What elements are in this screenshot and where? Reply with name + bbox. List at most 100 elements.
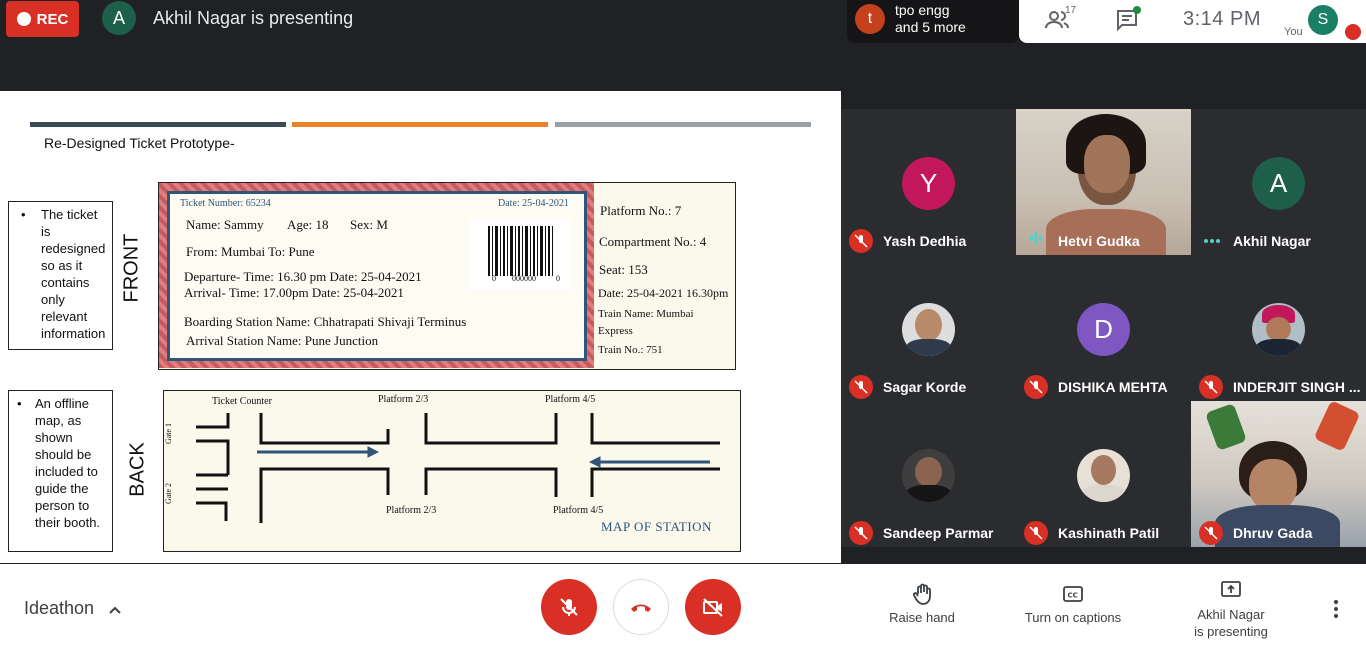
ticket-age: Age: 18 <box>287 217 329 232</box>
title-bar-orange <box>292 122 548 127</box>
ticket-boarding-station: Boarding Station Name: Chhatrapati Shiva… <box>184 314 467 329</box>
self-avatar[interactable]: S <box>1308 5 1338 35</box>
people-count: 17 <box>1065 5 1077 16</box>
participant-tile[interactable]: D DISHIKA MEHTA <box>1016 255 1191 401</box>
more-options-icon[interactable] <box>1328 599 1344 619</box>
record-icon <box>16 12 31 26</box>
camera-toggle-button[interactable] <box>685 579 741 635</box>
leave-call-button[interactable] <box>613 579 669 635</box>
barcode: 0 000000 0 <box>470 220 570 290</box>
bullet: • <box>17 396 22 411</box>
presenting-label-line2: is presenting <box>1194 624 1268 639</box>
ticket-platform: Platform No.: 7 <box>600 203 682 218</box>
map-platform-45-bottom: Platform 4/5 <box>553 505 604 516</box>
mic-off-icon <box>849 375 873 399</box>
captions-button[interactable]: CC Turn on captions <box>1014 582 1132 625</box>
ticket-train-name: Train Name: Mumbai <box>598 308 694 320</box>
participant-tile[interactable]: Sagar Korde <box>841 255 1016 401</box>
mic-off-icon <box>849 229 873 253</box>
title-bar-gray <box>555 122 811 127</box>
participant-photo <box>1252 303 1305 356</box>
ticket-sex: Sex: M <box>350 217 388 232</box>
title-bar-dark <box>30 122 286 127</box>
map-gate-2: Gate 2 <box>164 482 174 505</box>
chevron-up-icon[interactable] <box>107 602 123 618</box>
mic-off-icon <box>1024 375 1048 399</box>
ticket-date-time: Date: 25-04-2021 16.30pm <box>598 286 729 300</box>
back-note: • An offline map, as shown should be inc… <box>8 390 113 552</box>
presenting-button[interactable]: Akhil Nagar is presenting <box>1180 578 1282 640</box>
participant-name: Sandeep Parmar <box>883 525 994 541</box>
raise-hand-button[interactable]: Raise hand <box>884 582 960 625</box>
mic-off-icon <box>1199 521 1223 545</box>
participant-tile[interactable]: Kashinath Patil <box>1016 401 1191 547</box>
front-label: FRONT <box>120 233 143 303</box>
participant-name: Dhruv Gada <box>1233 525 1313 541</box>
raise-hand-label: Raise hand <box>889 610 955 625</box>
participant-avatar: t <box>855 4 885 34</box>
back-label: BACK <box>126 442 149 497</box>
captions-icon: CC <box>1063 586 1083 602</box>
participant-name: Kashinath Patil <box>1058 525 1160 541</box>
participant-video-tile[interactable]: Dhruv Gada <box>1191 401 1366 547</box>
recording-badge: REC <box>6 1 79 37</box>
ticket-date: Date: 25-04-2021 <box>498 198 569 209</box>
rec-label: REC <box>36 10 69 28</box>
svg-text:CC: CC <box>1068 592 1078 600</box>
participant-name: Hetvi Gudka <box>1058 233 1140 249</box>
participant-tile[interactable]: Sandeep Parmar <box>841 401 1016 547</box>
bullet: • <box>21 207 26 222</box>
self-mic-off-icon <box>1345 24 1361 40</box>
participant-tile[interactable]: A Akhil Nagar <box>1191 109 1366 255</box>
map-gate-1: Gate 1 <box>164 422 174 445</box>
slide-title: Re-Designed Ticket Prototype- <box>44 135 235 151</box>
participant-name: INDERJIT SINGH ... <box>1233 379 1361 395</box>
front-note-text: The ticket is redesigned so as it contai… <box>41 207 106 341</box>
station-map: Ticket Counter Platform 2/3 Platform 4/5… <box>163 390 741 552</box>
mic-off-icon <box>1199 375 1223 399</box>
participant-photo <box>902 303 955 356</box>
participant-tile[interactable]: Y Yash Dedhia <box>841 109 1016 255</box>
participant-chip[interactable]: t tpo engg and 5 more <box>847 0 1019 43</box>
barcode-right-digit: 0 <box>556 274 560 283</box>
presenter-avatar: A <box>102 1 136 35</box>
map-platform-45-top: Platform 4/5 <box>545 394 596 405</box>
participant-name: DISHIKA MEHTA <box>1058 379 1168 395</box>
participant-chip-line2: and 5 more <box>895 19 966 35</box>
participant-name: Akhil Nagar <box>1233 233 1311 249</box>
ticket-train-name-cont: Express <box>598 325 633 337</box>
person-face <box>1084 135 1130 193</box>
map-platform-23-top: Platform 2/3 <box>378 394 429 405</box>
participant-photo <box>1077 449 1130 502</box>
ticket-compartment: Compartment No.: 4 <box>599 234 707 249</box>
present-screen-icon <box>1221 581 1241 597</box>
back-note-text: An offline map, as shown should be inclu… <box>35 396 101 530</box>
ticket-seat: Seat: 153 <box>599 262 648 277</box>
meeting-name[interactable]: Ideathon <box>24 598 94 619</box>
participant-avatar: D <box>1077 303 1130 356</box>
participant-tile[interactable]: INDERJIT SINGH ... <box>1191 255 1366 401</box>
front-note: • The ticket is redesigned so as it cont… <box>8 201 113 350</box>
participant-chip-text: tpo engg and 5 more <box>895 2 966 36</box>
person-face <box>1249 459 1297 511</box>
presenting-title: Akhil Nagar is presenting <box>153 8 354 28</box>
ticket-departure: Departure- Time: 16.30 pm Date: 25-04-20… <box>184 269 422 284</box>
mic-off-icon <box>849 521 873 545</box>
participant-chip-line1: tpo engg <box>895 2 950 18</box>
ticket-main: Ticket Number: 65234 Date: 25-04-2021 Na… <box>167 191 587 361</box>
ticket-train-no: Train No.: 751 <box>598 344 663 356</box>
participant-name: Sagar Korde <box>883 379 967 395</box>
mic-off-icon <box>1024 521 1048 545</box>
self-label: You <box>1284 26 1303 38</box>
top-right-panel: 17 3:14 PM S You <box>1019 0 1366 43</box>
clock: 3:14 PM <box>1183 8 1261 30</box>
ticket-arrival-station: Arrival Station Name: Pune Junction <box>186 333 379 348</box>
participant-photo <box>902 449 955 502</box>
hand-icon <box>913 583 931 605</box>
participant-video-tile[interactable]: Hetvi Gudka <box>1016 109 1191 255</box>
chat-notification-dot <box>1133 6 1141 14</box>
participant-avatar: A <box>1252 157 1305 210</box>
presenting-label-line1: Akhil Nagar <box>1197 607 1265 622</box>
captions-label: Turn on captions <box>1024 610 1122 625</box>
mic-toggle-button[interactable] <box>541 579 597 635</box>
